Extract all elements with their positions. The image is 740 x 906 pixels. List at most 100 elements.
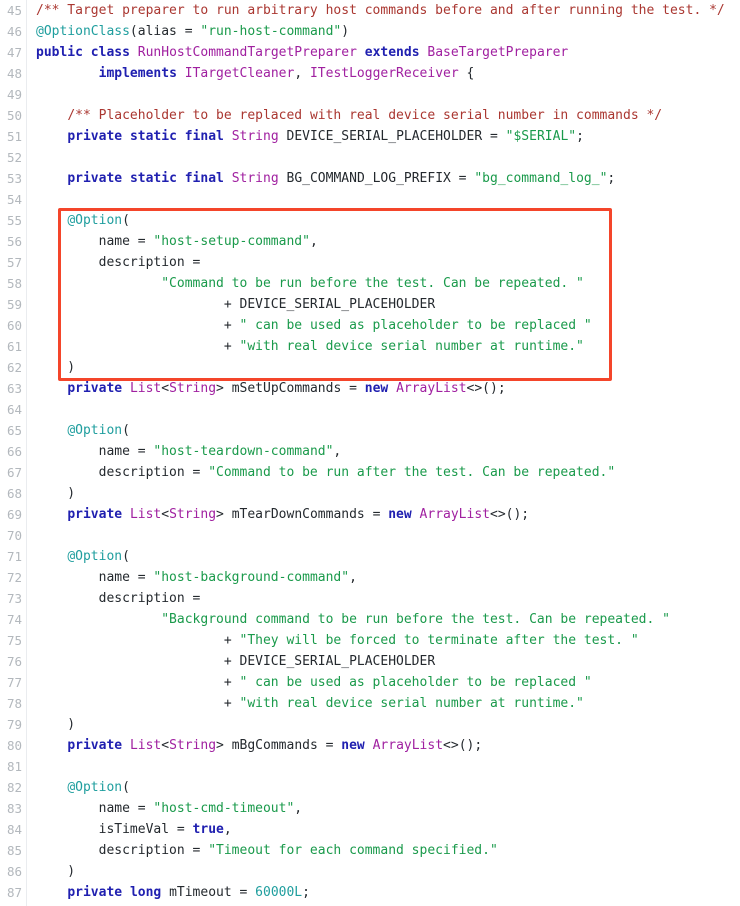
code-token-string: "They will be forced to terminate after … [239,633,639,648]
code-token-plain: { [458,66,475,81]
code-line[interactable]: 81 [0,756,740,777]
code-line[interactable]: 67 description = "Command to be run afte… [0,462,740,483]
code-token-plain: < [161,507,170,522]
code-line-content: name = "host-setup-command", [36,231,318,252]
code-line[interactable]: 87 private long mTimeout = 60000L; [0,882,740,903]
code-token-plain: = [176,24,201,39]
code-token-keyword: final [184,171,224,186]
code-token-plain: > mBgCommands = [216,738,342,753]
line-number: 64 [6,402,22,417]
code-line[interactable]: 55 @Option( [0,210,740,231]
line-number: 76 [6,654,22,669]
code-line[interactable]: 57 description = [0,252,740,273]
code-line[interactable]: 45 /** Target preparer to run arbitrary h… [0,0,740,21]
code-line[interactable]: 86 ) [0,861,740,882]
code-line[interactable]: 77 + " can be used as placeholder to be … [0,672,740,693]
code-line[interactable]: 60 + " can be used as placeholder to be … [0,315,740,336]
code-token-keyword: private [67,738,123,753]
code-token-type: String [169,381,217,396]
code-token-type: ArrayList [372,738,444,753]
code-line[interactable]: 65 @Option( [0,420,740,441]
code-token-type: ITargetCleaner [184,66,295,81]
code-token-keyword: true [192,822,224,837]
code-line[interactable]: 82 @Option( [0,777,740,798]
code-line[interactable]: 54 [0,189,740,210]
code-token-plain: + [36,675,240,690]
code-token-plain: description = [36,465,209,480]
line-number: 85 [6,843,22,858]
code-line[interactable]: 83 name = "host-cmd-timeout", [0,798,740,819]
line-number: 48 [6,66,22,81]
code-token-type: String [169,507,217,522]
code-line[interactable]: 76 + DEVICE_SERIAL_PLACEHOLDER [0,651,740,672]
code-line-content: implements ITargetCleaner, ITestLoggerRe… [36,63,475,84]
code-token-type: ArrayList [419,507,490,522]
code-token-keyword: private [67,507,123,522]
code-token-plain: <>(); [443,738,483,753]
code-token-type: List [129,507,162,522]
code-token-string: "Timeout for each command specified." [208,843,498,858]
code-line[interactable]: 59 + DEVICE_SERIAL_PLACEHOLDER [0,294,740,315]
code-line-content: + "with real device serial number at run… [36,693,584,714]
code-token-plain: description = [36,255,201,270]
code-line[interactable]: 53 private static final String BG_COMMAN… [0,168,740,189]
code-line[interactable]: 75 + "They will be forced to terminate a… [0,630,740,651]
line-number: 87 [6,885,22,900]
code-token-keyword: long [129,885,162,900]
code-line[interactable]: 80 private List<String> mBgCommands = ne… [0,735,740,756]
code-token-annot: @Option [67,213,123,228]
code-token-plain: + [36,318,240,333]
code-token-plain: BG_COMMAND_LOG_PREFIX = [278,171,475,186]
code-line[interactable]: 49 [0,84,740,105]
code-token-plain: DEVICE_SERIAL_PLACEHOLDER = [278,129,506,144]
code-token-plain: ( [122,213,130,228]
code-token-plain: + [36,339,240,354]
code-line[interactable]: 52 [0,147,740,168]
code-line[interactable]: 78 + "with real device serial number at … [0,693,740,714]
code-line[interactable]: 66 name = "host-teardown-command", [0,441,740,462]
code-line[interactable]: 47 public class RunHostCommandTargetPrepa… [0,42,740,63]
code-token-plain: description = [36,843,209,858]
code-line[interactable]: 71 @Option( [0,546,740,567]
code-line[interactable]: 56 name = "host-setup-command", [0,231,740,252]
code-line[interactable]: 64 [0,399,740,420]
code-line[interactable]: 48 implements ITargetCleaner, ITestLogge… [0,63,740,84]
code-token-plain: isTimeVal = [36,822,193,837]
code-line[interactable]: 74 "Background command to be run before … [0,609,740,630]
code-token-annot: @Option [67,549,123,564]
code-token-annot: @Option [67,780,123,795]
code-line[interactable]: 51 private static final String DEVICE_SE… [0,126,740,147]
code-line[interactable]: 50 /** Placeholder to be replaced with r… [0,105,740,126]
code-line[interactable]: 72 name = "host-background-command", [0,567,740,588]
code-line[interactable]: 79 ) [0,714,740,735]
line-number: 46 [6,24,22,39]
code-viewer[interactable]: 45 /** Target preparer to run arbitrary h… [0,0,740,906]
code-line[interactable]: 68 ) [0,483,740,504]
code-token-keyword: private [67,129,123,144]
code-line-content: + " can be used as placeholder to be rep… [36,672,592,693]
code-line[interactable]: 61 + "with real device serial number at … [0,336,740,357]
code-token-plain: name = [36,444,154,459]
code-line[interactable]: 70 [0,525,740,546]
code-line[interactable]: 62 ) [0,357,740,378]
code-line[interactable]: 85 description = "Timeout for each comma… [0,840,740,861]
code-line[interactable]: 63 private List<String> mSetUpCommands =… [0,378,740,399]
code-line[interactable]: 73 description = [0,588,740,609]
code-token-plain: > mSetUpCommands = [216,381,365,396]
code-token-keyword: class [90,45,130,60]
code-token-string: "Command to be run after the test. Can b… [208,465,616,480]
code-token-keyword: static [129,129,177,144]
code-token-string: " can be used as placeholder to be repla… [239,675,592,690]
code-line[interactable]: 46 @OptionClass(alias = "run-host-command… [0,21,740,42]
code-line[interactable]: 84 isTimeVal = true, [0,819,740,840]
code-line[interactable]: 69 private List<String> mTearDownCommand… [0,504,740,525]
code-line[interactable]: 58 "Command to be run before the test. C… [0,273,740,294]
code-line-content: ) [36,357,75,378]
